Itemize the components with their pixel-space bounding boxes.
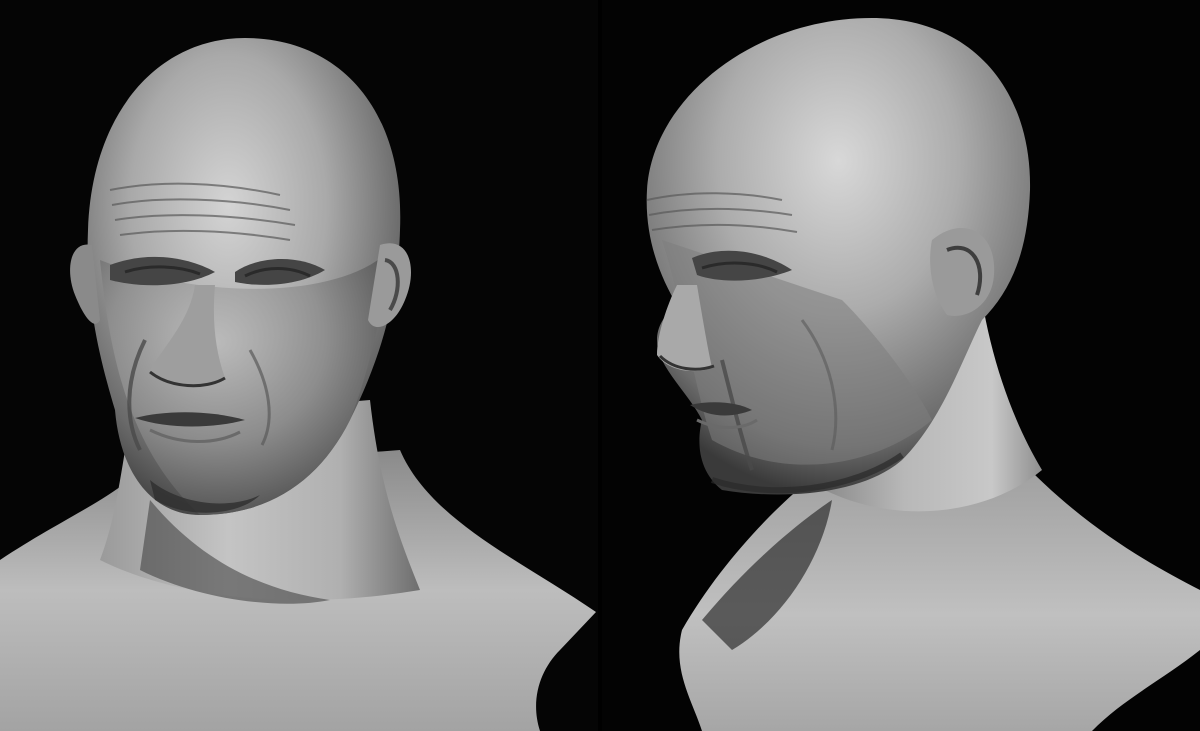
left-sculpt-panel	[0, 0, 598, 731]
side-head-sculpt	[646, 18, 1200, 731]
front-head-sculpt	[0, 38, 596, 731]
render-canvas	[0, 0, 1200, 731]
right-sculpt-panel	[602, 0, 1200, 731]
